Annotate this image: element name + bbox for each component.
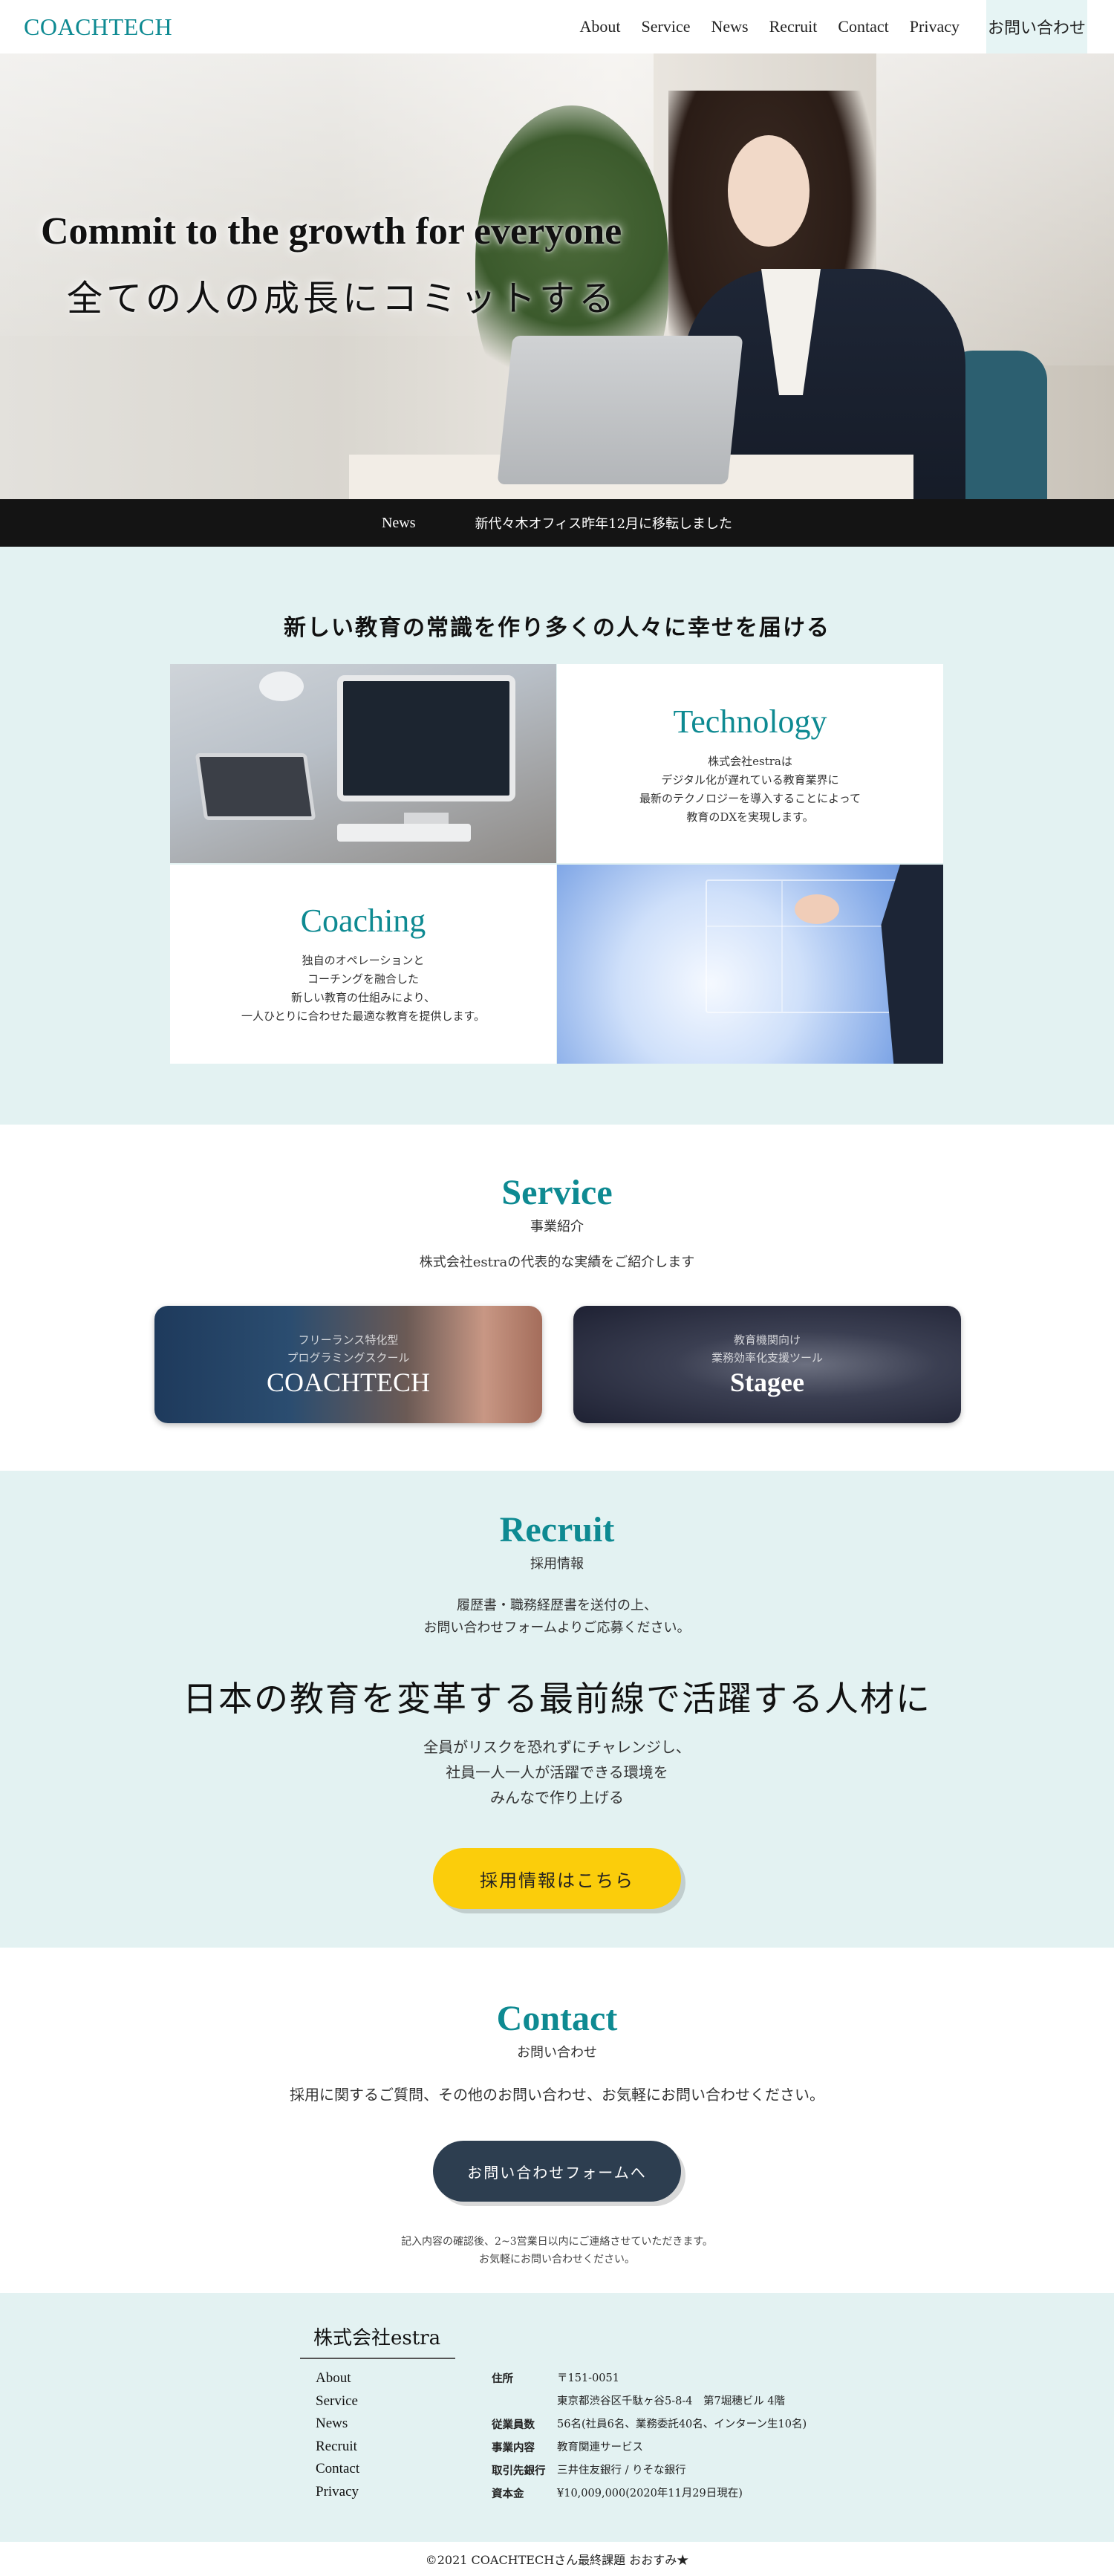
service-card-stagee-caption: 教育機関向け 業務効率化支援ツール	[711, 1333, 823, 1365]
company-info: 住所 〒151-0051 東京都渋谷区千駄ヶ谷5-8-4 第7堀穂ビル 4階 従…	[492, 2367, 807, 2505]
site-footer: 株式会社estra About Service News Recruit Con…	[0, 2293, 1114, 2542]
recruit-title: Recruit	[499, 1510, 615, 1549]
whiteboard-photo	[557, 865, 943, 1064]
contact-form-button[interactable]: お問い合わせフォームへ	[433, 2141, 681, 2202]
service-card-coachtech-caption: フリーランス特化型 プログラミングスクール	[287, 1333, 410, 1365]
service-description: 株式会社estraの代表的な実績をご紹介します	[419, 1255, 695, 1270]
mission-section: 新しい教育の常識を作り多くの人々に幸せを届ける Technology 株式会社e…	[0, 547, 1114, 1125]
header-contact-button[interactable]: お問い合わせ	[986, 0, 1087, 53]
service-subtitle: 事業紹介	[530, 1219, 584, 1235]
hero-photo-laptop	[497, 336, 743, 484]
mission-heading: 新しい教育の常識を作り多くの人々に幸せを届ける	[284, 615, 830, 641]
footer-company-name: 株式会社estra	[300, 2323, 456, 2359]
footer-nav-service[interactable]: Service	[316, 2390, 359, 2413]
contact-note: 記入内容の確認後、2~3営業日以内にご連絡させていただきます。 お気軽にお問い合…	[401, 2236, 713, 2266]
nav-service[interactable]: Service	[642, 17, 691, 36]
info-row: 東京都渋谷区千駄ヶ谷5-8-4 第7堀穂ビル 4階	[557, 2396, 786, 2407]
contact-subtitle: お問い合わせ	[517, 2045, 597, 2061]
technology-card: Technology 株式会社estraは デジタル化が遅れている教育業界に 最…	[557, 664, 943, 863]
nav-news[interactable]: News	[711, 17, 748, 36]
coaching-text: 独自のオペレーションと コーチングを融合した 新しい教育の仕組みにより、 一人ひ…	[241, 954, 486, 1023]
info-row: 事業内容 教育関連サービス	[492, 2442, 643, 2454]
footer-nav-news[interactable]: News	[316, 2413, 359, 2436]
service-card-stagee-name: Stagee	[730, 1367, 804, 1397]
footer-nav-privacy[interactable]: Privacy	[316, 2481, 359, 2504]
service-title: Service	[501, 1173, 613, 1212]
contact-section: Contact お問い合わせ 採用に関するご質問、その他のお問い合わせ、お気軽に…	[0, 1948, 1114, 2293]
main-nav: About Service News Recruit Contact Priva…	[559, 0, 960, 53]
nav-about[interactable]: About	[580, 17, 621, 36]
contact-title: Contact	[496, 1999, 618, 2038]
contact-description: 採用に関するご質問、その他のお問い合わせ、お気軽にお問い合わせください。	[290, 2086, 824, 2104]
copyright: ©2021 COACHTECHさん最終課題 おおすみ★	[0, 2542, 1114, 2576]
info-row: 資本金 ¥10,009,000(2020年11月29日現在)	[492, 2488, 743, 2500]
recruit-description: 履歴書・職務経歴書を送付の上、 お問い合わせフォームよりご応募ください。	[423, 1598, 691, 1636]
service-cards: フリーランス特化型 プログラミングスクール COACHTECH 教育機関向け 業…	[154, 1306, 961, 1423]
service-card-stagee[interactable]: 教育機関向け 業務効率化支援ツール Stagee	[573, 1306, 961, 1423]
footer-nav-about[interactable]: About	[316, 2367, 359, 2390]
info-row: 従業員数 56名(社員6名、業務委託40名、インターン生10名)	[492, 2419, 807, 2431]
nav-recruit[interactable]: Recruit	[769, 17, 818, 36]
hero-subtitle: 全ての人の成長にコミットする	[67, 278, 619, 319]
hero: Commit to the growth for everyone 全ての人の成…	[0, 53, 1114, 499]
feature-grid: Technology 株式会社estraは デジタル化が遅れている教育業界に 最…	[170, 664, 943, 1064]
recruit-section: Recruit 採用情報 履歴書・職務経歴書を送付の上、 お問い合わせフォームよ…	[0, 1471, 1114, 1948]
technology-title: Technology	[673, 703, 827, 740]
info-row: 住所 〒151-0051	[492, 2372, 619, 2385]
footer-nav: About Service News Recruit Contact Priva…	[316, 2367, 359, 2503]
recruit-subtitle: 採用情報	[530, 1556, 584, 1572]
service-card-coachtech-name: COACHTECH	[266, 1367, 430, 1397]
recruit-headline: 日本の教育を変革する最前線で活躍する人材に	[183, 1679, 931, 1719]
recruit-button[interactable]: 採用情報はこちら	[433, 1848, 681, 1909]
recruit-description-2: 全員がリスクを恐れずにチャレンジし、 社員一人一人が活躍できる環境を みんなで作…	[423, 1738, 691, 1806]
nav-privacy[interactable]: Privacy	[910, 17, 960, 36]
service-section: Service 事業紹介 株式会社estraの代表的な実績をご紹介します フリー…	[0, 1125, 1114, 1471]
nav-contact[interactable]: Contact	[838, 17, 888, 36]
coaching-card: Coaching 独自のオペレーションと コーチングを融合した 新しい教育の仕組…	[170, 865, 556, 1064]
site-header: COACHTECH About Service News Recruit Con…	[0, 0, 1114, 53]
info-row: 取引先銀行 三井住友銀行 / りそな銀行	[492, 2465, 686, 2477]
logo[interactable]: COACHTECH	[24, 13, 172, 41]
news-bar: News 新代々木オフィス昨年12月に移転しました	[0, 499, 1114, 547]
footer-nav-recruit[interactable]: Recruit	[316, 2436, 359, 2459]
service-card-coachtech[interactable]: フリーランス特化型 プログラミングスクール COACHTECH	[154, 1306, 542, 1423]
hero-title: Commit to the growth for everyone	[41, 210, 622, 253]
news-item[interactable]: 新代々木オフィス昨年12月に移転しました	[475, 513, 733, 533]
desk-photo	[170, 664, 556, 863]
footer-nav-contact[interactable]: Contact	[316, 2458, 359, 2481]
technology-text: 株式会社estraは デジタル化が遅れている教育業界に 最新のテクノロジーを導入…	[639, 755, 861, 824]
news-label: News	[381, 514, 416, 531]
coaching-title: Coaching	[300, 902, 426, 939]
